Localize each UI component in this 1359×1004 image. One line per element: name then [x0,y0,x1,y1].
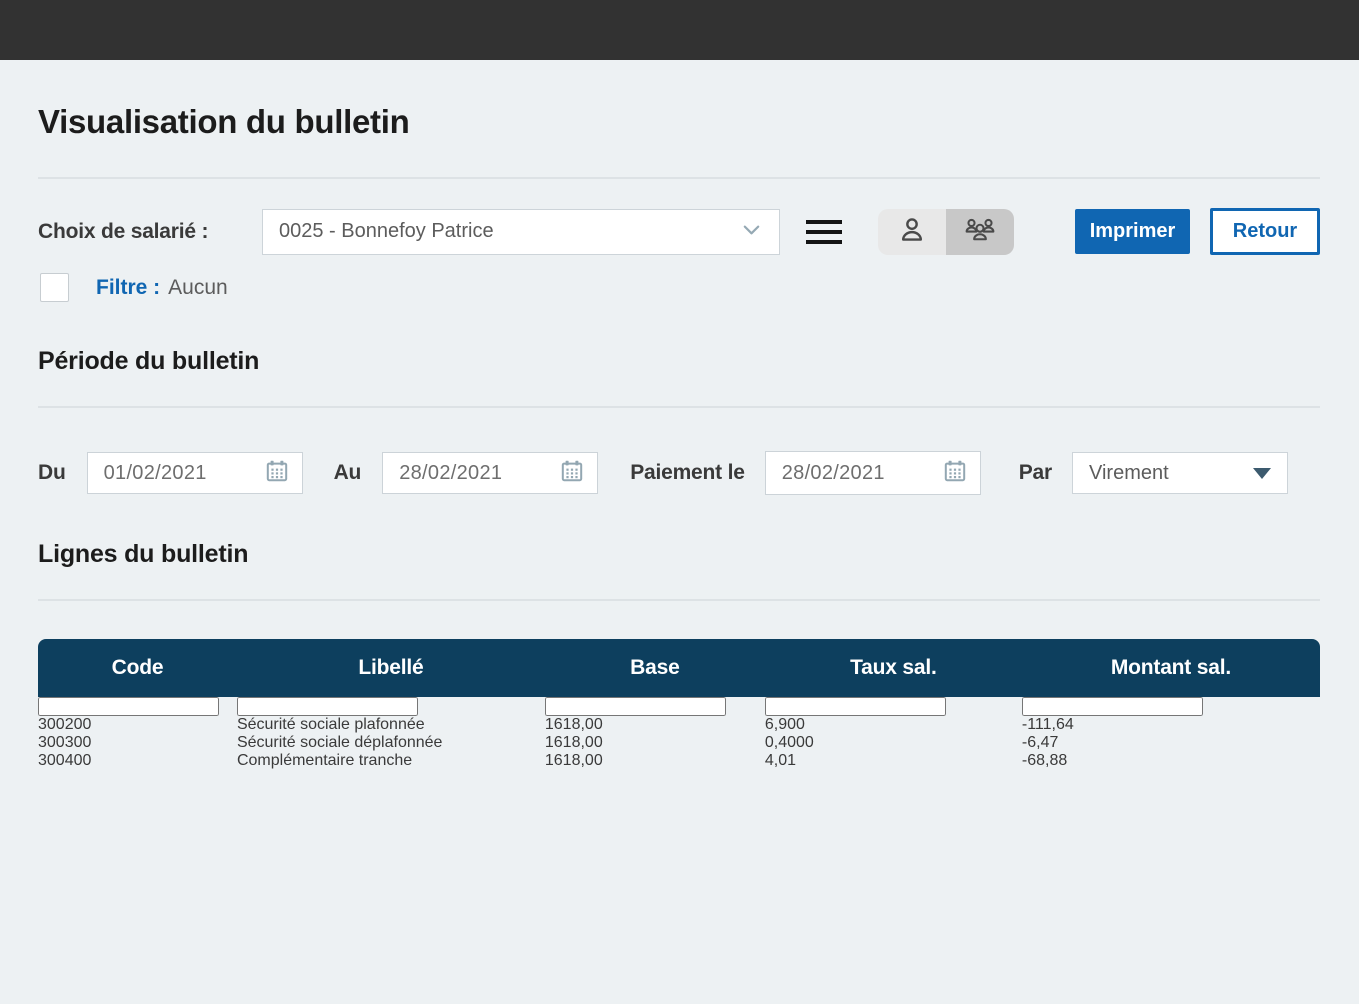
cell-base: 1618,00 [545,716,765,734]
period-divider [38,406,1320,408]
bulletin-lines-table: Code Libellé Base Taux sal. Montant sal.… [38,639,1320,770]
filter-code-input[interactable] [38,697,219,716]
single-employee-toggle[interactable] [878,209,946,255]
all-employees-toggle[interactable] [946,209,1014,255]
column-header-taux: Taux sal. [765,639,1022,697]
cell-montant: -68,88 [1022,752,1320,770]
table-filter-row [38,697,1320,716]
employee-select-value: 0025 - Bonnefoy Patrice [279,220,494,243]
cell-montant: -111,64 [1022,716,1320,734]
view-mode-segmented-control [878,209,1014,255]
column-header-libelle: Libellé [237,639,545,697]
cell-taux: 4,01 [765,752,1022,770]
people-group-icon [963,215,997,248]
period-fields-row: Du 01/02/2021 Au 28/02/2021 [38,451,1320,495]
bulletin-page: Visualisation du bulletin Choix de salar… [0,103,1359,770]
filter-label: Filtre : [96,276,160,300]
lines-divider [38,599,1320,601]
to-label: Au [334,461,362,485]
triangle-down-icon [1253,468,1271,479]
calendar-icon [943,459,967,488]
cell-libelle: Complémentaire tranche [237,752,545,770]
column-header-code: Code [38,639,237,697]
cell-libelle: Sécurité sociale déplafonnée [237,734,545,752]
cell-code: 300300 [38,734,237,752]
print-button[interactable]: Imprimer [1075,209,1190,254]
cell-code: 300400 [38,752,237,770]
cell-taux: 0,4000 [765,734,1022,752]
page-title: Visualisation du bulletin [38,103,1320,141]
person-icon [896,214,928,249]
chevron-down-icon [740,218,763,246]
period-section-heading: Période du bulletin [38,347,1320,376]
back-button[interactable]: Retour [1210,208,1320,255]
filter-base-input[interactable] [545,697,726,716]
to-date-field[interactable]: 28/02/2021 [382,452,598,494]
from-date-value: 01/02/2021 [104,462,207,485]
cell-base: 1618,00 [545,734,765,752]
payment-method-select[interactable]: Virement [1072,452,1288,494]
payment-date-label: Paiement le [630,461,745,485]
table-row-selected[interactable]: 300200 Sécurité sociale plafonnée 1618,0… [38,716,1320,734]
calendar-icon [265,459,289,488]
payment-method-value: Virement [1089,462,1169,485]
table-row[interactable]: 300400 Complémentaire tranche 1618,00 4,… [38,752,1320,770]
cell-code: 300200 [38,716,237,734]
calendar-icon [560,459,584,488]
top-bar [0,0,1359,60]
cell-taux: 6,900 [765,716,1022,734]
filter-value: Aucun [168,276,228,300]
employee-toolbar: Choix de salarié : 0025 - Bonnefoy Patri… [38,208,1320,255]
title-divider [38,177,1320,179]
filter-taux-input[interactable] [765,697,946,716]
cell-libelle: Sécurité sociale plafonnée [237,716,545,734]
filter-row: Filtre : Aucun [38,273,1320,302]
to-date-value: 28/02/2021 [399,462,502,485]
column-header-montant: Montant sal. [1022,639,1320,697]
payment-date-value: 28/02/2021 [782,462,885,485]
cell-base: 1618,00 [545,752,765,770]
lines-section-heading: Lignes du bulletin [38,540,1320,569]
employee-select[interactable]: 0025 - Bonnefoy Patrice [262,209,780,255]
table-row[interactable]: 300300 Sécurité sociale déplafonnée 1618… [38,734,1320,752]
cell-montant: -6,47 [1022,734,1320,752]
from-label: Du [38,461,66,485]
filter-checkbox[interactable] [40,273,69,302]
employee-select-label: Choix de salarié : [38,220,234,244]
column-header-base: Base [545,639,765,697]
menu-icon[interactable] [806,214,842,250]
payment-method-label: Par [1019,461,1052,485]
filter-libelle-input[interactable] [237,697,418,716]
filter-montant-input[interactable] [1022,697,1203,716]
table-header-row: Code Libellé Base Taux sal. Montant sal. [38,639,1320,697]
payment-date-field[interactable]: 28/02/2021 [765,451,981,495]
from-date-field[interactable]: 01/02/2021 [87,452,303,494]
